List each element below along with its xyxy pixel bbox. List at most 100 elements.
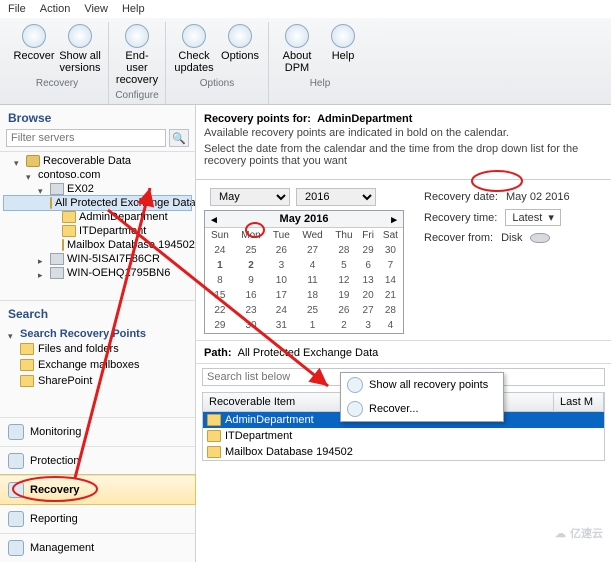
calendar-day[interactable]: 4: [378, 318, 403, 333]
calendar-day[interactable]: 1: [205, 258, 235, 273]
ribbon-group-label-recovery: Recovery: [36, 76, 78, 92]
calendar-day[interactable]: 22: [205, 303, 235, 318]
ribbon-options-button[interactable]: Options: [218, 22, 262, 76]
calendar-day[interactable]: 9: [235, 273, 268, 288]
recoverable-data-tree[interactable]: Recoverable Data contoso.com EX02 All Pr…: [0, 151, 195, 301]
menu-file[interactable]: File: [8, 3, 26, 15]
calendar-day[interactable]: 29: [358, 243, 378, 258]
calendar-day[interactable]: 20: [358, 288, 378, 303]
nav-recovery[interactable]: Recovery: [0, 475, 195, 504]
calendar-day[interactable]: 25: [295, 303, 329, 318]
calendar-day[interactable]: 4: [295, 258, 329, 273]
nav-monitoring[interactable]: Monitoring: [0, 417, 195, 446]
clock-icon: [347, 377, 363, 393]
recovery-points-info1: Available recovery points are indicated …: [204, 125, 603, 141]
search-rp-root[interactable]: Search Recovery Points: [8, 327, 187, 341]
ribbon-end-user-button[interactable]: End-user recovery: [115, 22, 159, 88]
calendar-day[interactable]: 5: [330, 258, 359, 273]
calendar-day[interactable]: 19: [330, 288, 359, 303]
calendar-day[interactable]: 7: [378, 258, 403, 273]
calendar-day[interactable]: 29: [205, 318, 235, 333]
tree-node-it[interactable]: ITDepartment: [4, 224, 191, 238]
calendar-day[interactable]: 24: [267, 303, 295, 318]
ribbon-help-button[interactable]: Help: [321, 22, 365, 76]
calendar-day[interactable]: 21: [378, 288, 403, 303]
tree-node-contoso[interactable]: contoso.com: [4, 168, 191, 182]
folder-icon: [62, 225, 76, 237]
calendar-day[interactable]: 6: [358, 258, 378, 273]
calendar-day[interactable]: 2: [235, 258, 268, 273]
menu-action[interactable]: Action: [40, 3, 71, 15]
recovery-time-dropdown[interactable]: Latest▾: [505, 209, 561, 226]
calendar-day[interactable]: 17: [267, 288, 295, 303]
calendar-day[interactable]: 1: [295, 318, 329, 333]
search-sharepoint[interactable]: SharePoint: [8, 373, 187, 389]
calendar-day[interactable]: 26: [330, 303, 359, 318]
tree-node-mailboxdb[interactable]: Mailbox Database 19450200742: [4, 238, 191, 252]
ribbon-recover-button[interactable]: Recover: [12, 22, 56, 76]
folder-icon: [207, 430, 221, 442]
calendar-day[interactable]: 23: [235, 303, 268, 318]
calendar-day[interactable]: 8: [205, 273, 235, 288]
calendar-day[interactable]: 13: [358, 273, 378, 288]
calendar-day[interactable]: 14: [378, 273, 403, 288]
calendar-day[interactable]: 28: [330, 243, 359, 258]
list-row-mailboxdb[interactable]: Mailbox Database 194502: [203, 444, 604, 460]
calendar-day[interactable]: 27: [358, 303, 378, 318]
nav-management[interactable]: Management: [0, 533, 195, 562]
recover-from-label: Recover from:: [424, 232, 493, 244]
tree-root-recoverable-data[interactable]: Recoverable Data: [4, 154, 191, 168]
filter-servers-input[interactable]: [6, 129, 166, 147]
calendar-day[interactable]: 11: [295, 273, 329, 288]
search-files-folders[interactable]: Files and folders: [8, 341, 187, 357]
calendar-day[interactable]: 3: [358, 318, 378, 333]
calendar-grid[interactable]: SunMonTueWedThuFriSat 242526272829301234…: [205, 228, 403, 333]
calendar-day[interactable]: 30: [378, 243, 403, 258]
calendar-day[interactable]: 24: [205, 243, 235, 258]
nav-protection[interactable]: Protection: [0, 446, 195, 475]
ctx-show-all-recovery-points[interactable]: Show all recovery points: [341, 373, 503, 397]
tree-node-all-protected[interactable]: All Protected Exchange Data: [4, 196, 191, 210]
calendar-prev-button[interactable]: ◂: [207, 213, 221, 226]
calendar-day[interactable]: 26: [267, 243, 295, 258]
nav-reporting[interactable]: Reporting: [0, 504, 195, 533]
ribbon-check-updates-button[interactable]: Check updates: [172, 22, 216, 76]
year-select[interactable]: 2016: [296, 188, 376, 206]
calendar-next-button[interactable]: ▸: [387, 213, 401, 226]
ribbon-group-configure: End-user recovery Configure: [109, 22, 166, 104]
protection-icon: [8, 453, 24, 469]
calendar-day[interactable]: 31: [267, 318, 295, 333]
ctx-recover[interactable]: Recover...: [341, 397, 503, 421]
list-row-it[interactable]: ITDepartment: [203, 428, 604, 444]
calendar-day[interactable]: 2: [330, 318, 359, 333]
calendar-day[interactable]: 25: [235, 243, 268, 258]
calendar-day[interactable]: 15: [205, 288, 235, 303]
tree-node-win1[interactable]: WIN-5ISAI7F86CR: [4, 252, 191, 266]
calendar-day[interactable]: 12: [330, 273, 359, 288]
management-icon: [8, 540, 24, 556]
tree-node-ex02[interactable]: EX02: [4, 182, 191, 196]
col-header-last[interactable]: Last M: [554, 393, 604, 411]
ribbon-group-label-configure: Configure: [115, 88, 158, 104]
calendar-day[interactable]: 27: [295, 243, 329, 258]
ribbon-show-all-button[interactable]: Show all versions: [58, 22, 102, 76]
search-exchange-mailboxes[interactable]: Exchange mailboxes: [8, 357, 187, 373]
calendar-day[interactable]: 16: [235, 288, 268, 303]
menu-help[interactable]: Help: [122, 3, 145, 15]
sharepoint-icon: [20, 375, 34, 387]
ribbon-group-recovery: Recover Show all versions Recovery: [6, 22, 109, 104]
tree-node-admin[interactable]: AdminDepartment: [4, 210, 191, 224]
calendar-day[interactable]: 3: [267, 258, 295, 273]
calendar-day[interactable]: 18: [295, 288, 329, 303]
calendar-day[interactable]: 28: [378, 303, 403, 318]
month-select[interactable]: May: [210, 188, 290, 206]
calendar-day[interactable]: 10: [267, 273, 295, 288]
tree-node-win2[interactable]: WIN-OEHQ1795BN6: [4, 266, 191, 280]
menu-view[interactable]: View: [84, 3, 108, 15]
calendar-day[interactable]: 30: [235, 318, 268, 333]
monitoring-icon: [8, 424, 24, 440]
recover-from-value: Disk: [501, 232, 522, 244]
filter-search-button[interactable]: 🔍: [169, 129, 189, 147]
ribbon-about-button[interactable]: About DPM: [275, 22, 319, 76]
path-bar: Path: All Protected Exchange Data: [196, 341, 611, 364]
